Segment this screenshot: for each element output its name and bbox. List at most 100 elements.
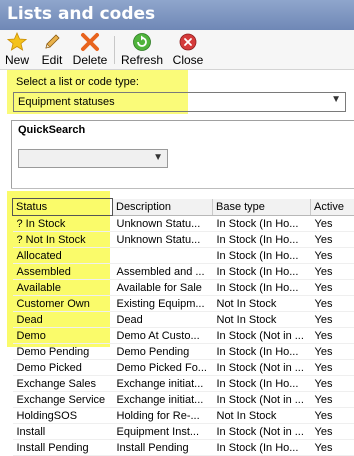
close-button[interactable]: Close	[170, 32, 206, 68]
table-row[interactable]: HoldingSOSHolding for Re-...Not In Stock…	[13, 408, 354, 424]
table-row[interactable]: Exchange SalesExchange initiat...In Stoc…	[13, 376, 354, 392]
status-cell: Exchange Service	[13, 392, 113, 408]
toolbar: New Edit Delete Refresh Close	[0, 30, 354, 70]
status-cell: Demo	[13, 328, 113, 344]
new-button[interactable]: New	[3, 32, 31, 68]
new-button-label: New	[3, 53, 31, 67]
table-row[interactable]: AvailableAvailable for SaleIn Stock (In …	[13, 280, 354, 296]
active-cell: Yes	[311, 344, 354, 360]
active-cell: Yes	[311, 440, 354, 456]
active-cell: Yes	[311, 296, 354, 312]
table-row[interactable]: AssembledAssembled and ...In Stock (In H…	[13, 264, 354, 280]
table-row[interactable]: Install PendingInstall PendingIn Stock (…	[13, 440, 354, 456]
active-cell: Yes	[311, 232, 354, 248]
description-cell: Exchange initiat...	[113, 392, 213, 408]
active-cell: Yes	[311, 312, 354, 328]
description-cell: Dead	[113, 312, 213, 328]
status-cell: Install Pending	[13, 440, 113, 456]
status-cell: HoldingSOS	[13, 408, 113, 424]
base-type-cell: In Stock (In Ho...	[213, 440, 311, 456]
table-row[interactable]: ? Not In StockUnknown Statu...In Stock (…	[13, 232, 354, 248]
edit-button[interactable]: Edit	[38, 32, 66, 68]
description-cell: Equipment Inst...	[113, 424, 213, 440]
window-title: Lists and codes	[0, 0, 354, 30]
base-type-cell: In Stock (Not in ...	[213, 424, 311, 440]
base-type-cell: Not In Stock	[213, 296, 311, 312]
active-cell: Yes	[311, 392, 354, 408]
toolbar-separator	[114, 36, 115, 64]
close-circle-icon	[178, 32, 198, 52]
status-cell: Demo Picked	[13, 360, 113, 376]
list-type-value: Equipment statuses	[18, 96, 115, 108]
description-cell: Demo At Custo...	[113, 328, 213, 344]
list-type-label: Select a list or code type:	[16, 76, 139, 88]
base-type-cell: In Stock (In Ho...	[213, 376, 311, 392]
divider	[11, 188, 354, 189]
edit-button-label: Edit	[38, 53, 66, 67]
table-row[interactable]: Exchange ServiceExchange initiat...In St…	[13, 392, 354, 408]
column-header-status[interactable]: Status	[13, 199, 113, 216]
column-header-base-type[interactable]: Base type	[213, 199, 311, 216]
close-button-label: Close	[170, 53, 206, 67]
description-cell: Demo Picked Fo...	[113, 360, 213, 376]
base-type-cell: In Stock (Not in ...	[213, 360, 311, 376]
description-cell	[113, 248, 213, 264]
table-row[interactable]: InstallEquipment Inst...In Stock (Not in…	[13, 424, 354, 440]
table-row[interactable]: DemoDemo At Custo...In Stock (Not in ...…	[13, 328, 354, 344]
x-delete-icon	[80, 32, 100, 52]
base-type-cell: In Stock (Not in ...	[213, 328, 311, 344]
column-header-description[interactable]: Description	[113, 199, 213, 216]
description-cell: Holding for Re-...	[113, 408, 213, 424]
status-cell: Allocated	[13, 248, 113, 264]
base-type-cell: Not In Stock	[213, 408, 311, 424]
description-cell: Assembled and ...	[113, 264, 213, 280]
active-cell: Yes	[311, 248, 354, 264]
description-cell: Exchange initiat...	[113, 376, 213, 392]
base-type-cell: In Stock (In Ho...	[213, 264, 311, 280]
table-row[interactable]: DeadDeadNot In StockYes	[13, 312, 354, 328]
status-cell: Assembled	[13, 264, 113, 280]
description-cell: Existing Equipm...	[113, 296, 213, 312]
description-cell: Available for Sale	[113, 280, 213, 296]
base-type-cell: In Stock (Not in ...	[213, 392, 311, 408]
status-cell: Customer Own	[13, 296, 113, 312]
active-cell: Yes	[311, 408, 354, 424]
refresh-button[interactable]: Refresh	[120, 32, 164, 68]
base-type-cell: In Stock (In Ho...	[213, 216, 311, 232]
table-row[interactable]: Customer OwnExisting Equipm...Not In Sto…	[13, 296, 354, 312]
chevron-down-icon: ▼	[153, 152, 163, 163]
grid-body: ? In StockUnknown Statu...In Stock (In H…	[13, 216, 354, 456]
delete-button-label: Delete	[70, 53, 110, 67]
status-grid: Status Description Base type Active ? In…	[12, 198, 354, 456]
base-type-cell: Not In Stock	[213, 312, 311, 328]
table-row[interactable]: ? In StockUnknown Statu...In Stock (In H…	[13, 216, 354, 232]
table-row[interactable]: Demo PickedDemo Picked Fo...In Stock (No…	[13, 360, 354, 376]
delete-button[interactable]: Delete	[70, 32, 110, 68]
status-cell: ? In Stock	[13, 216, 113, 232]
list-type-select[interactable]: Equipment statuses ▼	[13, 92, 346, 112]
active-cell: Yes	[311, 264, 354, 280]
active-cell: Yes	[311, 376, 354, 392]
base-type-cell: In Stock (In Ho...	[213, 232, 311, 248]
active-cell: Yes	[311, 328, 354, 344]
active-cell: Yes	[311, 360, 354, 376]
status-cell: Exchange Sales	[13, 376, 113, 392]
description-cell: Unknown Statu...	[113, 232, 213, 248]
active-cell: Yes	[311, 424, 354, 440]
table-row[interactable]: Demo PendingDemo PendingIn Stock (In Ho.…	[13, 344, 354, 360]
quicksearch-combo[interactable]: ▼	[18, 149, 168, 168]
active-cell: Yes	[311, 280, 354, 296]
table-row[interactable]: Allocated In Stock (In Ho...Yes	[13, 248, 354, 264]
column-header-active[interactable]: Active	[311, 199, 354, 216]
refresh-button-label: Refresh	[120, 53, 164, 67]
status-cell: Demo Pending	[13, 344, 113, 360]
star-icon	[7, 32, 27, 52]
base-type-cell: In Stock (In Ho...	[213, 280, 311, 296]
base-type-cell: In Stock (In Ho...	[213, 248, 311, 264]
description-cell: Unknown Statu...	[113, 216, 213, 232]
pencil-icon	[42, 32, 62, 52]
refresh-icon	[132, 32, 152, 52]
description-cell: Install Pending	[113, 440, 213, 456]
chevron-down-icon: ▼	[331, 94, 341, 105]
status-cell: ? Not In Stock	[13, 232, 113, 248]
